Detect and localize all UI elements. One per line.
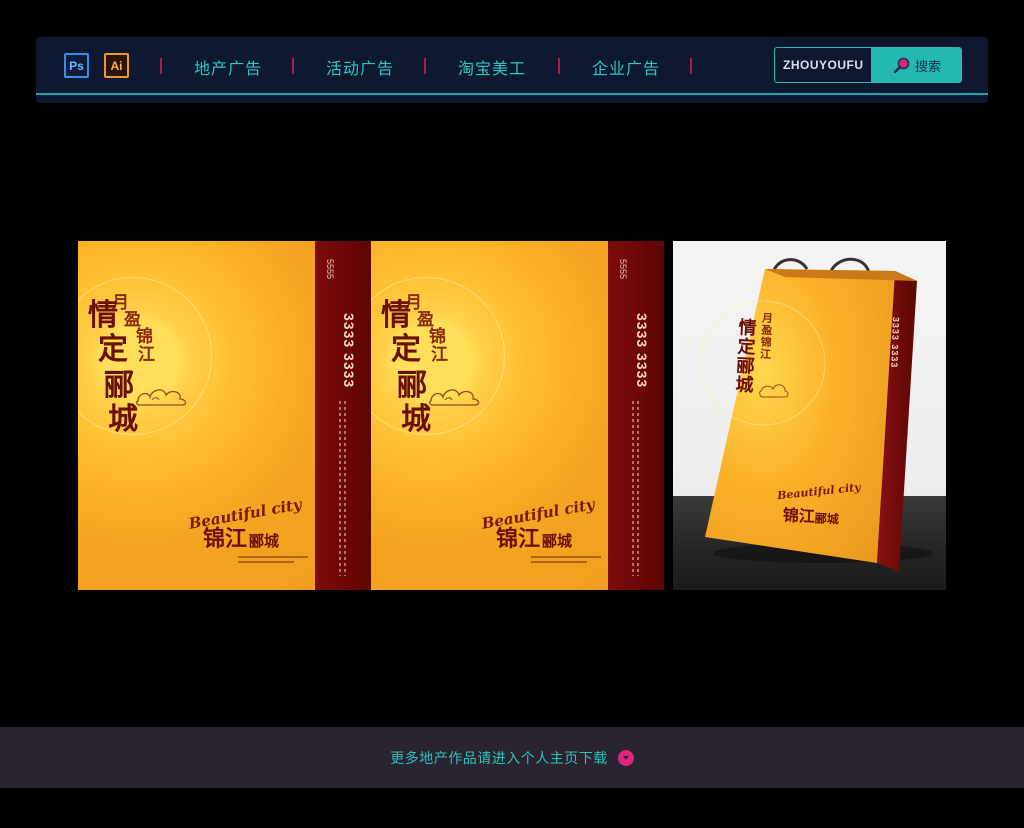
footer-download-link[interactable]: 更多地产作品请进入个人主页下载 <box>390 748 608 768</box>
mockup-slogan: 情 定 郦 城 <box>734 317 763 397</box>
packaging-side-panel: 5555 3333 3333 <box>315 241 371 590</box>
nav-item-corporate-ads[interactable]: 企业广告 <box>592 55 660 78</box>
nav-separator <box>558 58 560 74</box>
slogan-char: 定 <box>98 332 128 367</box>
nav-underline <box>36 93 988 95</box>
brand-suffix: 郦城 <box>249 532 280 550</box>
phone-prefix: 5555 <box>618 259 628 280</box>
side-fine-print <box>632 401 644 576</box>
brand-name: 锦江 <box>203 526 248 552</box>
packaging-front-panel: 月 盈 锦 江 情 定 郦 城 Beautiful city 锦江 郦城 <box>78 241 315 590</box>
packaging-front-panel: 月 盈 锦 江 情 定 郦 城 Beautiful city 锦江 郦城 <box>371 241 608 590</box>
slogan-char: 情 <box>88 298 118 333</box>
search-box: 搜索 <box>774 47 962 83</box>
cloud-ornament-icon <box>136 389 187 406</box>
brand-logo-text: 锦江 郦城 <box>496 521 572 553</box>
mockup-brand-text: 锦江郦城 <box>782 502 839 529</box>
mockup-phone-number: 3333 3333 <box>889 316 901 369</box>
nav-separator <box>690 58 692 74</box>
search-button[interactable]: 搜索 <box>871 48 961 82</box>
slogan-char: 郦 <box>104 368 134 403</box>
brand-name: 锦江 <box>496 526 541 552</box>
page: Ps Ai 地产广告 活动广告 淘宝美工 企业广告 搜索 月 盈 <box>0 0 1024 828</box>
search-input[interactable] <box>775 48 871 82</box>
phone-prefix: 5555 <box>325 259 335 280</box>
nav-item-event-ads[interactable]: 活动广告 <box>326 55 394 78</box>
slogan-char: 锦 <box>429 327 446 347</box>
mockup-brand-suffix: 郦城 <box>814 511 840 527</box>
slogan-char: 锦 <box>136 327 153 347</box>
illustrator-icon[interactable]: Ai <box>104 53 129 78</box>
mockup-slogan-small: 月 盈 锦 江 <box>759 312 776 362</box>
slogan-char: 城 <box>401 402 431 437</box>
brand-logo-text: 锦江 郦城 <box>203 521 279 553</box>
gift-bag-icon <box>700 257 933 571</box>
brand-fine-print <box>531 553 601 567</box>
nav-separator <box>424 58 426 74</box>
mockup-slogan-char: 城 <box>734 374 755 397</box>
side-fine-print <box>339 401 351 576</box>
slogan-char: 定 <box>391 332 421 367</box>
nav-separator <box>160 58 162 74</box>
slogan-char: 郦 <box>397 368 427 403</box>
slogan-char: 江 <box>431 345 448 365</box>
slogan-char: 城 <box>108 402 138 437</box>
search-icon <box>893 57 910 74</box>
cloud-ornament-icon <box>429 389 480 406</box>
mockup-brand-name: 锦江 <box>782 505 816 527</box>
phone-number: 3333 3333 <box>634 313 650 389</box>
brand-fine-print <box>238 553 308 567</box>
photoshop-icon[interactable]: Ps <box>64 53 89 78</box>
top-navigation-bar: Ps Ai 地产广告 活动广告 淘宝美工 企业广告 搜索 <box>36 37 988 103</box>
chevron-down-icon <box>622 755 629 760</box>
brand-suffix: 郦城 <box>542 532 573 550</box>
gift-bag-mockup-photo: 情 定 郦 城 月 盈 锦 江 Beautiful city 锦江郦城 3333… <box>673 241 946 590</box>
footer-bar: 更多地产作品请进入个人主页下载 <box>0 727 1024 788</box>
nav-item-real-estate-ads[interactable]: 地产广告 <box>194 55 262 78</box>
nav-separator <box>292 58 294 74</box>
nav-item-taobao-design[interactable]: 淘宝美工 <box>458 55 526 78</box>
phone-number: 3333 3333 <box>341 313 357 389</box>
search-button-label: 搜索 <box>914 59 941 75</box>
packaging-side-panel: 5555 3333 3333 <box>608 241 664 590</box>
slogan-char: 江 <box>138 345 155 365</box>
mockup-slogan-char: 江 <box>759 347 772 362</box>
slogan-char: 情 <box>381 298 411 333</box>
footer-expand-button[interactable] <box>617 749 634 766</box>
